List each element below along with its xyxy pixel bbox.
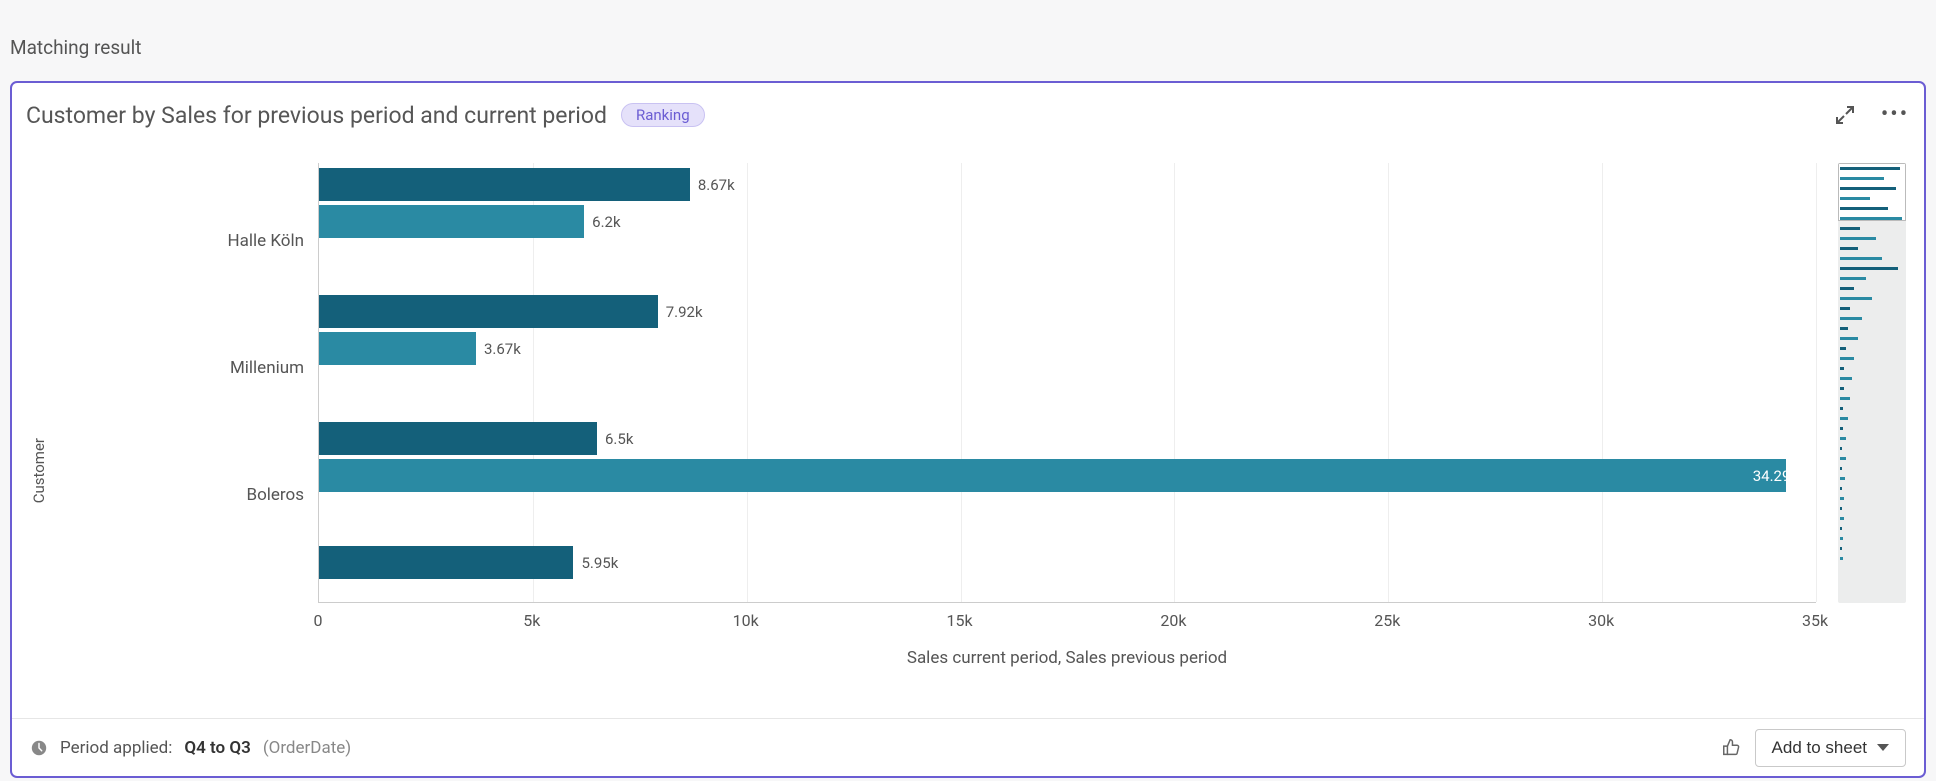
plot-area: 8.67k6.2k7.92k3.67k6.5k34.29k5.95k 05k10…: [318, 163, 1906, 718]
minimap-bar: [1840, 177, 1884, 180]
y-axis-title: Customer: [30, 378, 48, 503]
minimap-bar: [1840, 237, 1876, 240]
minimap-bar: [1840, 207, 1888, 210]
x-tick-label: 5k: [523, 611, 540, 630]
minimap-bar: [1840, 217, 1902, 220]
minimap-bar: [1840, 287, 1854, 290]
x-tick-label: 30k: [1588, 611, 1614, 630]
y-label: Halle Köln: [227, 231, 304, 251]
minimap-bar: [1840, 197, 1870, 200]
bar-value-label: 34.29k: [341, 467, 1808, 485]
minimap-bar: [1840, 307, 1850, 310]
minimap-bar: [1840, 447, 1842, 450]
period-applied-label: Period applied:: [60, 738, 172, 758]
minimap-bar: [1840, 337, 1858, 340]
x-axis-title: Sales current period, Sales previous per…: [318, 648, 1816, 668]
bar[interactable]: [319, 332, 476, 365]
minimap-bar: [1840, 547, 1842, 550]
card-footer: Period applied: Q4 to Q3 (OrderDate) Add…: [12, 718, 1924, 776]
more-menu-icon[interactable]: •••: [1884, 104, 1906, 126]
card-title: Customer by Sales for previous period an…: [26, 102, 607, 129]
minimap-scrollbar[interactable]: [1838, 163, 1906, 603]
minimap-bar: [1840, 517, 1844, 520]
chevron-down-icon: [1877, 744, 1889, 751]
ranking-badge: Ranking: [621, 103, 705, 127]
section-title: Matching result: [10, 36, 1926, 59]
card-header: Customer by Sales for previous period an…: [12, 83, 1924, 133]
minimap-bar: [1840, 537, 1843, 540]
minimap-bar: [1840, 457, 1846, 460]
bar-value-label: 6.5k: [605, 430, 633, 448]
minimap-bar: [1840, 227, 1860, 230]
minimap-bar: [1840, 427, 1843, 430]
feedback-icon[interactable]: [1721, 737, 1743, 759]
minimap-bar: [1840, 477, 1845, 480]
plot[interactable]: 8.67k 6.2k 7.92k 3.67k 6.5k 34.29k 5.95k: [318, 163, 1816, 603]
bar-value-label: 6.2k: [592, 213, 620, 231]
expand-icon[interactable]: [1834, 104, 1856, 126]
bar-value-label: 5.95k: [581, 554, 618, 572]
bar[interactable]: [319, 546, 573, 579]
minimap-bar: [1840, 167, 1900, 170]
chart-body: Customer Halle Köln Millenium Boleros 8.…: [12, 133, 1924, 718]
bar[interactable]: [319, 422, 597, 455]
minimap-bar: [1840, 367, 1844, 370]
minimap-bar: [1840, 187, 1896, 190]
result-card: Customer by Sales for previous period an…: [10, 81, 1926, 778]
minimap-bar: [1840, 297, 1872, 300]
clock-icon: [30, 739, 48, 757]
x-axis-ticks: 05k10k15k20k25k30k35k: [318, 611, 1816, 635]
bar[interactable]: [319, 205, 584, 238]
x-tick-label: 10k: [733, 611, 759, 630]
minimap-bar: [1840, 347, 1846, 350]
y-axis-labels: Halle Köln Millenium Boleros: [58, 163, 318, 718]
x-tick-label: 0: [314, 611, 323, 630]
add-to-sheet-button[interactable]: Add to sheet: [1755, 729, 1906, 767]
x-tick-label: 20k: [1160, 611, 1186, 630]
period-applied-value: Q4 to Q3: [184, 738, 250, 758]
bar-value-label: 7.92k: [666, 303, 703, 321]
minimap-bar: [1840, 327, 1848, 330]
add-to-sheet-label: Add to sheet: [1772, 738, 1867, 758]
minimap-bar: [1840, 557, 1843, 560]
minimap-bar: [1840, 317, 1862, 320]
x-tick-label: 15k: [947, 611, 973, 630]
minimap-bar: [1840, 407, 1843, 410]
minimap-bar: [1840, 357, 1854, 360]
minimap-bar: [1840, 527, 1842, 530]
minimap-bar: [1840, 467, 1842, 470]
y-label: Boleros: [247, 485, 305, 505]
bar[interactable]: [319, 168, 690, 201]
y-label: Millenium: [230, 358, 304, 378]
bar-value-label: 3.67k: [484, 340, 521, 358]
minimap-bar: [1840, 247, 1858, 250]
minimap-bar: [1840, 277, 1866, 280]
period-applied-dimension: (OrderDate): [263, 738, 351, 758]
minimap-bar: [1840, 267, 1898, 270]
minimap-bar: [1840, 497, 1844, 500]
x-tick-label: 25k: [1374, 611, 1400, 630]
minimap-bar: [1840, 377, 1852, 380]
minimap-bar: [1840, 397, 1850, 400]
minimap-bar: [1840, 507, 1842, 510]
bar[interactable]: [319, 295, 658, 328]
minimap-bar: [1840, 437, 1846, 440]
minimap-bar: [1840, 487, 1842, 490]
bar-value-label: 8.67k: [698, 176, 735, 194]
minimap-viewport[interactable]: [1838, 163, 1906, 221]
minimap-bar: [1840, 257, 1882, 260]
x-tick-label: 35k: [1802, 611, 1828, 630]
minimap-bar: [1840, 387, 1844, 390]
minimap-bar: [1840, 417, 1848, 420]
